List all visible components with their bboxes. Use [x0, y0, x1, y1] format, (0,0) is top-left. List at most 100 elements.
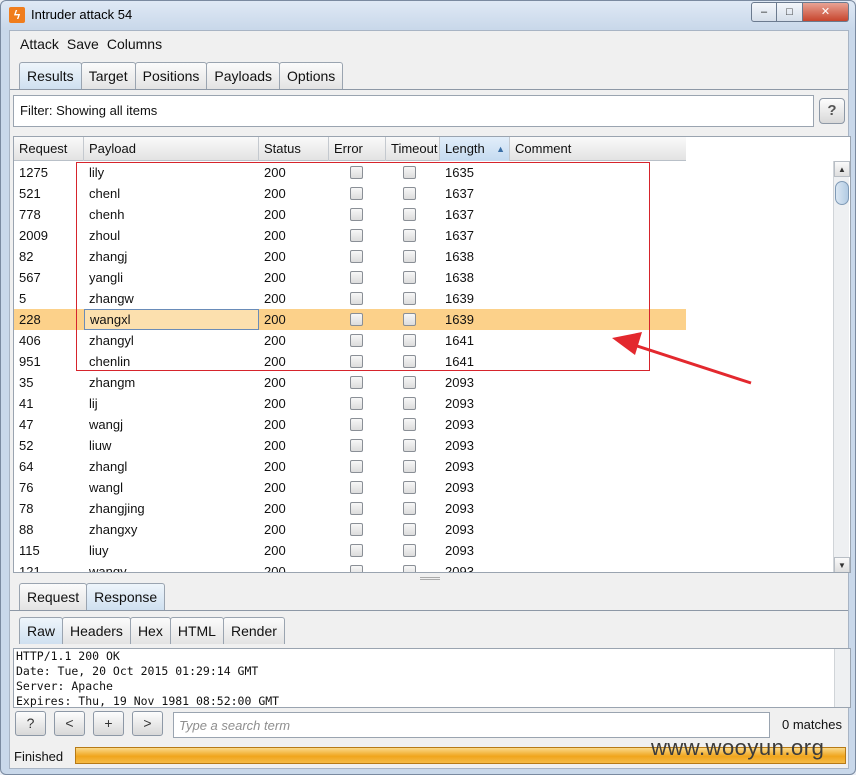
error-checkbox[interactable] [350, 355, 363, 369]
table-row[interactable]: 78 zhangjing 200 2093 [14, 498, 686, 519]
column-header-length[interactable]: Length ▲ [440, 137, 510, 161]
filter-bar[interactable]: Filter: Showing all items [13, 95, 814, 127]
error-checkbox[interactable] [350, 481, 363, 495]
column-header-status[interactable]: Status [259, 137, 329, 161]
tab-target[interactable]: Target [80, 62, 136, 89]
timeout-checkbox[interactable] [403, 334, 416, 348]
timeout-checkbox[interactable] [403, 481, 416, 495]
menu-save[interactable]: Save [67, 36, 99, 52]
column-header-comment[interactable]: Comment [510, 137, 686, 161]
table-row[interactable]: 88 zhangxy 200 2093 [14, 519, 686, 540]
tab-payloads[interactable]: Payloads [206, 62, 281, 89]
table-row[interactable]: 41 lij 200 2093 [14, 393, 686, 414]
error-checkbox[interactable] [350, 187, 363, 201]
tab-html[interactable]: HTML [169, 617, 224, 644]
error-checkbox[interactable] [350, 208, 363, 222]
table-row[interactable]: 52 liuw 200 2093 [14, 435, 686, 456]
table-row[interactable]: 35 zhangm 200 2093 [14, 372, 686, 393]
tab-raw[interactable]: Raw [19, 617, 64, 644]
error-checkbox[interactable] [350, 166, 363, 180]
table-row[interactable]: 228 wangxl 200 1639 [14, 309, 686, 330]
column-header-request[interactable]: Request [14, 137, 84, 161]
close-button[interactable]: ✕ [803, 2, 849, 22]
error-checkbox[interactable] [350, 250, 363, 264]
maximize-button[interactable]: □ [777, 2, 803, 22]
table-row[interactable]: 567 yangli 200 1638 [14, 267, 686, 288]
timeout-checkbox[interactable] [403, 208, 416, 222]
tab-hex[interactable]: Hex [129, 617, 171, 644]
table-row[interactable]: 5 zhangw 200 1639 [14, 288, 686, 309]
column-header-timeout[interactable]: Timeout [386, 137, 440, 161]
tab-headers[interactable]: Headers [62, 617, 131, 644]
timeout-checkbox[interactable] [403, 166, 416, 180]
table-row[interactable]: 47 wangj 200 2093 [14, 414, 686, 435]
scroll-up-icon[interactable]: ▲ [834, 161, 850, 177]
error-checkbox[interactable] [350, 502, 363, 516]
table-row[interactable]: 1275 lily 200 1635 [14, 162, 686, 183]
timeout-checkbox[interactable] [403, 187, 416, 201]
table-row[interactable]: 521 chenl 200 1637 [14, 183, 686, 204]
split-handle[interactable] [420, 577, 440, 580]
timeout-checkbox[interactable] [403, 313, 416, 327]
timeout-checkbox[interactable] [403, 271, 416, 285]
title-bar[interactable]: ϟ Intruder attack 54 – □ ✕ [1, 1, 855, 29]
timeout-checkbox[interactable] [403, 544, 416, 558]
search-help-button[interactable]: ? [15, 711, 46, 736]
menu-attack[interactable]: Attack [20, 36, 59, 52]
cell-request: 82 [19, 249, 34, 264]
previous-match-button[interactable]: < [54, 711, 85, 736]
timeout-checkbox[interactable] [403, 502, 416, 516]
error-checkbox[interactable] [350, 313, 363, 327]
table-row[interactable]: 115 liuy 200 2093 [14, 540, 686, 561]
table-row[interactable]: 121 wangy 200 2093 [14, 561, 686, 572]
table-row[interactable]: 2009 zhoul 200 1637 [14, 225, 686, 246]
timeout-checkbox[interactable] [403, 565, 416, 572]
timeout-checkbox[interactable] [403, 523, 416, 537]
error-checkbox[interactable] [350, 523, 363, 537]
table-row[interactable]: 64 zhangl 200 2093 [14, 456, 686, 477]
tab-results[interactable]: Results [19, 62, 82, 89]
menu-columns[interactable]: Columns [107, 36, 162, 52]
column-header-payload[interactable]: Payload [84, 137, 259, 161]
timeout-checkbox[interactable] [403, 418, 416, 432]
error-checkbox[interactable] [350, 439, 363, 453]
error-checkbox[interactable] [350, 229, 363, 243]
scroll-down-icon[interactable]: ▼ [834, 557, 850, 572]
table-row[interactable]: 778 chenh 200 1637 [14, 204, 686, 225]
scroll-thumb[interactable] [835, 181, 849, 205]
timeout-checkbox[interactable] [403, 376, 416, 390]
timeout-checkbox[interactable] [403, 355, 416, 369]
error-checkbox[interactable] [350, 397, 363, 411]
add-search-button[interactable]: + [93, 711, 124, 736]
error-checkbox[interactable] [350, 565, 363, 572]
error-checkbox[interactable] [350, 271, 363, 285]
tab-options[interactable]: Options [279, 62, 344, 89]
tab-request[interactable]: Request [19, 583, 88, 610]
table-row[interactable]: 951 chenlin 200 1641 [14, 351, 686, 372]
minimize-button[interactable]: – [751, 2, 777, 22]
table-row[interactable]: 76 wangl 200 2093 [14, 477, 686, 498]
tab-positions[interactable]: Positions [134, 62, 208, 89]
response-raw-view[interactable]: HTTP/1.1 200 OK Date: Tue, 20 Oct 2015 0… [13, 648, 851, 708]
raw-scrollbar[interactable] [834, 649, 850, 707]
table-row[interactable]: 406 zhangyl 200 1641 [14, 330, 686, 351]
timeout-checkbox[interactable] [403, 460, 416, 474]
error-checkbox[interactable] [350, 292, 363, 306]
filter-help-button[interactable]: ? [819, 98, 845, 124]
timeout-checkbox[interactable] [403, 397, 416, 411]
tab-render[interactable]: Render [222, 617, 285, 644]
column-header-error[interactable]: Error [329, 137, 386, 161]
table-row[interactable]: 82 zhangj 200 1638 [14, 246, 686, 267]
timeout-checkbox[interactable] [403, 292, 416, 306]
timeout-checkbox[interactable] [403, 439, 416, 453]
timeout-checkbox[interactable] [403, 250, 416, 264]
error-checkbox[interactable] [350, 460, 363, 474]
error-checkbox[interactable] [350, 418, 363, 432]
error-checkbox[interactable] [350, 376, 363, 390]
tab-response[interactable]: Response [86, 583, 166, 610]
error-checkbox[interactable] [350, 334, 363, 348]
timeout-checkbox[interactable] [403, 229, 416, 243]
error-checkbox[interactable] [350, 544, 363, 558]
next-match-button[interactable]: > [132, 711, 163, 736]
table-scrollbar[interactable]: ▲ ▼ [833, 161, 850, 572]
